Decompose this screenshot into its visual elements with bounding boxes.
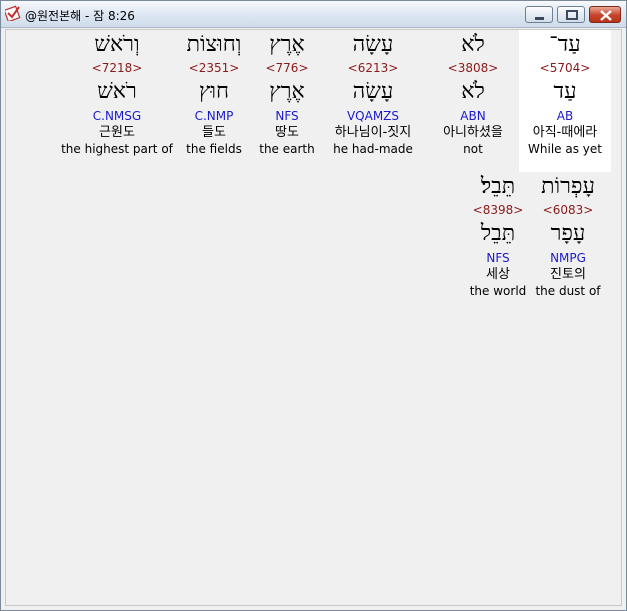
lemma: רֹאשׁ <box>97 79 137 104</box>
word-cell[interactable]: עָשָׂה <6213> עָשָׂה VQAMZS 하나님이-짓지 he h… <box>323 30 423 157</box>
word-cell[interactable]: תֵּבֵל׃ <8398> תֵּבֵל NFS 세상 the world <box>464 172 532 299</box>
english-gloss: the world <box>469 284 527 298</box>
parsing-code: VQAMZS <box>346 109 400 123</box>
strongs-number[interactable]: <7218> <box>60 60 174 76</box>
lemma: לֹא <box>461 79 485 104</box>
english-gloss: the highest part of <box>61 142 173 156</box>
english-gloss: the earth <box>259 142 315 156</box>
hebrew-word: תֵּבֵל׃ <box>480 174 516 199</box>
hebrew-word: עָפְרוֹת <box>541 174 595 199</box>
word-cell[interactable]: עָפְרוֹת <6083> עָפָר NMPG 진토의 the dust … <box>533 172 603 299</box>
lemma: עָפָר <box>550 221 586 246</box>
hebrew-word: לֹא <box>461 32 485 57</box>
hebrew-word: עַד־ <box>549 32 581 57</box>
korean-gloss: 들도 <box>202 125 226 140</box>
strongs-number[interactable]: <2351> <box>178 60 250 76</box>
minimize-button[interactable] <box>525 6 553 23</box>
korean-gloss: 땅도 <box>275 125 299 140</box>
close-button[interactable] <box>589 6 621 23</box>
parsing-code: NMPG <box>550 251 586 265</box>
korean-gloss: 하나님이-짓지 <box>334 125 412 140</box>
strongs-number[interactable]: <3808> <box>427 60 519 76</box>
parsing-code: NFS <box>486 251 510 265</box>
korean-gloss: 아니하셨을 <box>443 125 503 140</box>
strongs-number[interactable]: <6213> <box>323 60 423 76</box>
parsing-code: C.NMP <box>194 109 234 123</box>
english-gloss: the dust of <box>535 284 601 298</box>
parsing-code: NFS <box>275 109 299 123</box>
word-cell[interactable]: אֶרֶץ <776> אֶרֶץ NFS 땅도 the earth <box>256 30 318 157</box>
lemma: אֶרֶץ <box>269 79 305 104</box>
korean-gloss: 아직-때에라 <box>532 125 598 140</box>
maximize-icon <box>566 10 578 20</box>
english-gloss: not <box>463 142 483 156</box>
word-cell[interactable]: וְחוּצוֹת <2351> חוּץ C.NMP 들도 the field… <box>178 30 250 157</box>
english-gloss: the fields <box>186 142 242 156</box>
hebrew-word: עָשָׂה <box>352 32 394 57</box>
korean-gloss: 근원도 <box>99 125 135 140</box>
parsing-code: C.NMSG <box>92 109 142 123</box>
interlinear-panel: עַד־ <5704> עַד AB 아직-때에라 While as yet ל… <box>5 29 622 606</box>
word-cell[interactable]: וְרֹאשׁ <7218> רֹאשׁ C.NMSG 근원도 the high… <box>60 30 174 157</box>
strongs-number[interactable]: <776> <box>256 60 318 76</box>
hebrew-word: וְחוּצוֹת <box>186 32 242 57</box>
word-cell[interactable]: לֹא <3808> לֹא ABN 아니하셨을 not <box>427 30 519 157</box>
strongs-number[interactable]: <5704> <box>519 60 611 76</box>
maximize-button[interactable] <box>557 6 585 23</box>
minimize-icon <box>535 17 544 20</box>
hebrew-word: וְרֹאשׁ <box>94 32 140 57</box>
parsing-code: ABN <box>460 109 486 123</box>
lemma: עַד <box>553 79 577 104</box>
lemma: תֵּבֵל <box>480 221 516 246</box>
title-bar[interactable]: @원전본해 - 잠 8:26 <box>1 1 626 28</box>
word-cell[interactable]: עַד־ <5704> עַד AB 아직-때에라 While as yet <box>519 30 611 172</box>
english-gloss: he had-made <box>333 142 413 156</box>
window-title: @원전본해 - 잠 8:26 <box>25 9 135 23</box>
lemma: עָשָׂה <box>352 79 394 104</box>
parsing-code: AB <box>556 109 574 123</box>
korean-gloss: 세상 <box>486 267 510 282</box>
checkmark-logo-icon <box>5 5 21 21</box>
app-window: @원전본해 - 잠 8:26 עַד־ <5704> עַד AB 아직-때에라… <box>0 0 627 611</box>
english-gloss: While as yet <box>528 142 602 156</box>
close-icon <box>600 10 612 21</box>
korean-gloss: 진토의 <box>550 267 586 282</box>
strongs-number[interactable]: <6083> <box>533 202 603 218</box>
lemma: חוּץ <box>198 79 230 104</box>
strongs-number[interactable]: <8398> <box>464 202 532 218</box>
hebrew-word: אֶרֶץ <box>269 32 305 57</box>
